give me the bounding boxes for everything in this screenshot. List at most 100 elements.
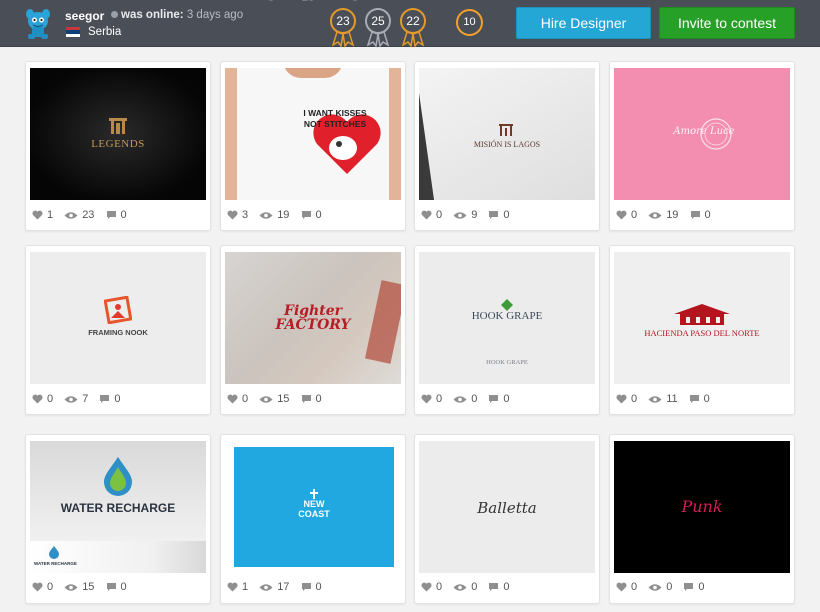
ghost-stat: 20 <box>302 0 314 4</box>
heart-icon[interactable] <box>421 582 432 592</box>
medal-badge-silver[interactable]: 25 <box>363 8 395 48</box>
business-card-mockup: WATER RECHARGE <box>30 541 206 573</box>
portfolio-thumbnail[interactable]: NEW COAST <box>225 441 401 573</box>
like-count: 0 <box>631 393 638 405</box>
portfolio-card[interactable]: NEW COAST 1 17 0 <box>220 434 406 604</box>
comment-icon[interactable] <box>488 582 499 592</box>
view-count: 7 <box>82 393 89 405</box>
comment-icon[interactable] <box>488 394 499 404</box>
avatar[interactable] <box>24 8 52 40</box>
comment-count: 0 <box>703 393 710 405</box>
medal-count: 23 <box>336 14 350 28</box>
like-count: 0 <box>436 209 443 221</box>
comment-icon[interactable] <box>106 210 117 220</box>
status-dot-icon <box>111 11 118 18</box>
comment-icon[interactable] <box>301 582 312 592</box>
heart-icon[interactable] <box>616 210 627 220</box>
hire-designer-button[interactable]: Hire Designer <box>516 7 651 39</box>
comment-icon[interactable] <box>683 582 694 592</box>
portfolio-thumbnail[interactable]: FRAMING NOOK <box>30 252 206 384</box>
view-count: 17 <box>277 581 290 593</box>
eye-icon <box>64 212 78 219</box>
view-count: 19 <box>277 209 290 221</box>
portfolio-card[interactable]: Fighter FACTORY 0 15 0 <box>220 245 406 415</box>
portfolio-thumbnail[interactable]: Fighter FACTORY <box>225 252 401 384</box>
eye-icon <box>648 396 662 403</box>
card-stats: 0 15 0 <box>32 581 135 595</box>
card-stats: 0 15 0 <box>227 393 330 407</box>
portfolio-thumbnail[interactable]: MISIÓN IS LAGOS <box>419 68 595 200</box>
portfolio-card[interactable]: Balletta 0 0 0 <box>414 434 600 604</box>
comment-count: 0 <box>503 209 510 221</box>
portfolio-card[interactable]: FRAMING NOOK 0 7 0 <box>25 245 211 415</box>
invite-to-contest-button[interactable]: Invite to contest <box>659 7 795 39</box>
heart-icon[interactable] <box>616 582 627 592</box>
comment-icon[interactable] <box>488 210 499 220</box>
like-count: 0 <box>242 393 249 405</box>
comment-icon[interactable] <box>690 210 701 220</box>
portfolio-thumbnail[interactable]: I WANT KISSES NOT STITCHES <box>225 68 401 200</box>
logo-wordmark: Punk <box>681 497 723 516</box>
portfolio-card[interactable]: Punk 0 0 0 <box>609 434 795 604</box>
like-count: 0 <box>631 581 638 593</box>
ghost-stat: 0 <box>352 0 358 4</box>
like-count: 0 <box>436 581 443 593</box>
portfolio-thumbnail[interactable]: LEGENDS <box>30 68 206 200</box>
portfolio-card[interactable]: HOOK GRAPE HOOK GRAPE 0 0 0 <box>414 245 600 415</box>
like-count: 3 <box>242 209 249 221</box>
comment-count: 0 <box>315 209 322 221</box>
heart-icon[interactable] <box>616 394 627 404</box>
eye-icon <box>259 396 273 403</box>
heart-icon[interactable] <box>227 582 238 592</box>
card-stats: 0 0 0 <box>421 581 518 595</box>
profile-header-bar: 0 20 0 seegor was online: 3 days ago Ser… <box>0 0 820 48</box>
medal-count: 25 <box>371 14 385 28</box>
comment-count: 0 <box>120 581 127 593</box>
logo-wordmark: FRAMING NOOK <box>88 328 148 337</box>
logo-wordmark: HACIENDA PASO DEL NORTE <box>644 328 760 338</box>
card-stats: 0 9 0 <box>421 209 518 223</box>
logo-wordmark: Fighter FACTORY <box>275 303 351 333</box>
comment-icon[interactable] <box>301 210 312 220</box>
portfolio-thumbnail[interactable]: HACIENDA PASO DEL NORTE <box>614 252 790 384</box>
online-label: was online: <box>121 9 184 21</box>
portfolio-card[interactable]: I WANT KISSES NOT STITCHES 3 19 0 <box>220 61 406 231</box>
logo-wordmark: Amore Luce <box>673 126 735 137</box>
view-count: 0 <box>471 393 478 405</box>
portfolio-thumbnail[interactable]: Amore Luce <box>614 68 790 200</box>
heart-icon[interactable] <box>32 394 43 404</box>
portfolio-thumbnail[interactable]: WATER RECHARGE WATER RECHARGE <box>30 441 206 573</box>
comment-icon[interactable] <box>106 582 117 592</box>
heart-icon[interactable] <box>421 210 432 220</box>
portfolio-thumbnail[interactable]: Punk <box>614 441 790 573</box>
portfolio-card[interactable]: HACIENDA PASO DEL NORTE 0 11 0 <box>609 245 795 415</box>
comment-icon[interactable] <box>99 394 110 404</box>
portfolio-card[interactable]: LEGENDS 1 23 0 <box>25 61 211 231</box>
designer-level-badge[interactable]: 10 <box>456 9 483 36</box>
comment-count: 0 <box>315 581 322 593</box>
ghost-stat: 0 <box>268 0 274 4</box>
comment-count: 0 <box>503 393 510 405</box>
medal-badge-bronze[interactable]: 22 <box>398 8 430 48</box>
portfolio-card[interactable]: Amore Luce 0 19 0 <box>609 61 795 231</box>
comment-icon[interactable] <box>301 394 312 404</box>
heart-icon[interactable] <box>227 394 238 404</box>
eye-icon <box>259 212 273 219</box>
view-count: 19 <box>666 209 679 221</box>
heart-icon[interactable] <box>421 394 432 404</box>
view-count: 9 <box>471 209 478 221</box>
heart-icon[interactable] <box>32 210 43 220</box>
comment-icon[interactable] <box>689 394 700 404</box>
medal-badge-gold[interactable]: 23 <box>328 8 360 48</box>
portfolio-card[interactable]: MISIÓN IS LAGOS 0 9 0 <box>414 61 600 231</box>
heart-icon[interactable] <box>227 210 238 220</box>
like-count: 1 <box>242 581 249 593</box>
heart-icon[interactable] <box>32 582 43 592</box>
portfolio-thumbnail[interactable]: Balletta <box>419 441 595 573</box>
eye-icon <box>453 396 467 403</box>
portfolio-thumbnail[interactable]: HOOK GRAPE HOOK GRAPE <box>419 252 595 384</box>
eye-icon <box>453 584 467 591</box>
comment-count: 0 <box>315 393 322 405</box>
designer-username[interactable]: seegor <box>65 9 104 23</box>
portfolio-card[interactable]: WATER RECHARGE WATER RECHARGE 0 15 0 <box>25 434 211 604</box>
